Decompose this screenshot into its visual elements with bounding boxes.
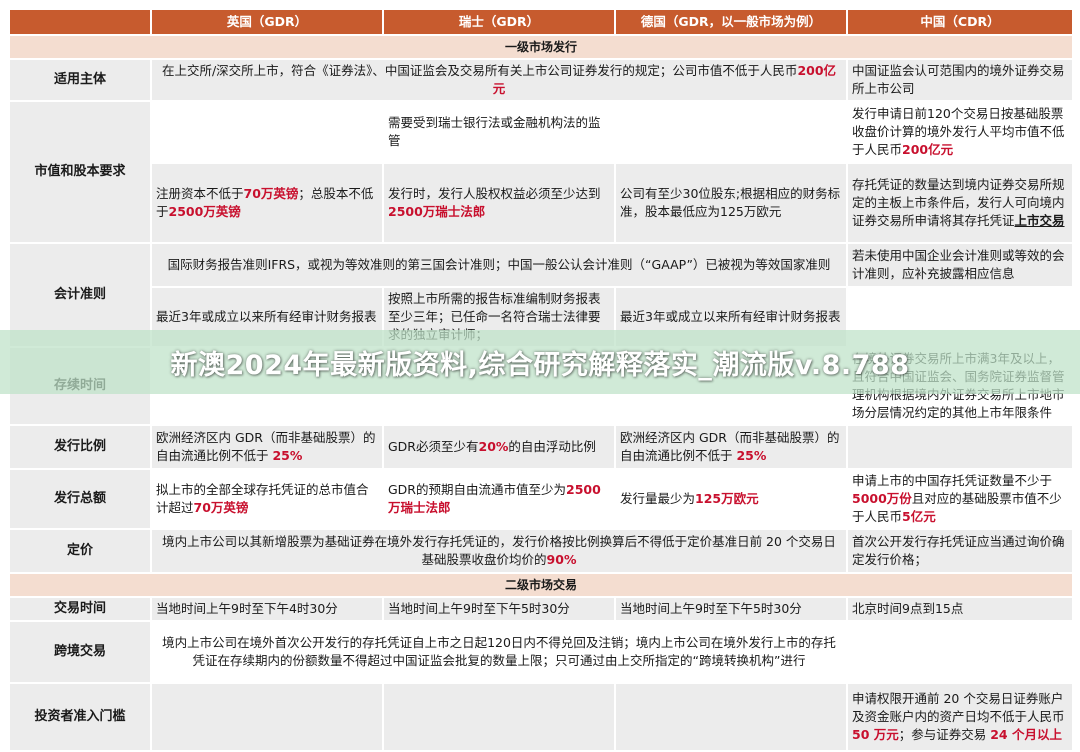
accounting-china-top-cell: 若未使用中国企业会计准则或等效的会计准则，应补充披露相应信息 [846,242,1074,288]
row-label-pricing: 定价 [8,528,152,574]
cap-uk-top-cell [150,100,384,164]
row-label-investor: 投资者准入门槛 [8,682,152,752]
cap-swiss-bottom-cell: 发行时，发行人股权权益必须至少达到2500万瑞士法郎 [382,162,616,244]
cap-germany-bottom-cell: 公司有至少30位股东;根据相应的财务标准，股本最低应为125万欧元 [614,162,848,244]
row-cap-top: 市值和股本要求 需要受到瑞士银行法或金融机构法的监管 发行申请日前120个交易日… [8,100,1074,244]
cross-merged-cell: 境内上市公司在境外首次公开发行的存托凭证自上市之日起120日内不得兑回及注销；境… [150,620,848,684]
investor-germany-cell [614,682,848,752]
header-china: 中国（CDR） [846,8,1074,36]
cap-china-bottom-cell: 存托凭证的数量达到境内证券交易所规定的主板上市条件后，发行人可向境内证券交易所申… [846,162,1074,244]
amount-uk-cell: 拟上市的全部全球存托凭证的总市值合计超过70万英镑 [150,468,384,530]
investor-china-cell: 申请权限开通前 20 个交易日证券账户及资金账户内的资产日均不低于人民币 50 … [846,682,1074,752]
header-switzerland: 瑞士（GDR） [382,8,616,36]
time-germany-cell: 当地时间上午9时至下午5时30分 [614,596,848,622]
section-primary-market: 一级市场发行 [8,34,1074,60]
investor-uk-cell [150,682,384,752]
row-pricing: 定价 境内上市公司以其新增股票为基础证券在境外发行存托凭证的，发行价格按比例换算… [8,528,1074,574]
cap-china-top-cell: 发行申请日前120个交易日按基础股票收盘价计算的境外发行人平均市值不低于人民币2… [846,100,1074,164]
row-ratio: 发行比例 欧洲经济区内 GDR（而非基础股票）的自由流通比例不低于 25% GD… [8,424,1074,470]
row-accounting-top: 会计准则 国际财务报告准则IFRS，或视为等效准则的第三国会计准则；中国一般公认… [8,242,1074,348]
row-label-cross-border: 跨境交易 [8,620,152,684]
row-investor: 投资者准入门槛 申请权限开通前 20 个交易日证券账户及资金账户内的资产日均不低… [8,682,1074,752]
pricing-china-cell: 首次公开发行存托凭证应当通过询价确定发行价格； [846,528,1074,574]
cap-swiss-top-cell: 需要受到瑞士银行法或金融机构法的监管 [382,100,616,164]
cap-uk-bottom-cell: 注册资本不低于70万英镑；总股本不低于2500万英镑 [150,162,384,244]
subject-china-cell: 中国证监会认可范围内的境外证券交易所上市公司 [846,58,1074,102]
time-uk-cell: 当地时间上午9时至下午4时30分 [150,596,384,622]
section-secondary-market: 二级市场交易 [8,572,1074,598]
row-cap-bottom: 注册资本不低于70万英镑；总股本不低于2500万英镑 发行时，发行人股权权益必须… [9,162,1074,244]
cross-china-cell [846,620,1074,684]
watermark-text: 新澳2024年最新版资料,综合研究解释落实_潮流版v.8.788 [170,349,910,381]
amount-china-cell: 申请上市的中国存托凭证数量不少于5000万份且对应的基础股票市值不少于人民币5亿… [846,468,1074,530]
amount-swiss-cell: GDR的预期自由流通市值至少为2500万瑞士法郎 [382,468,616,530]
accounting-merged-cell: 国际财务报告准则IFRS，或视为等效准则的第三国会计准则；中国一般公认会计准则（… [150,242,848,288]
row-amount: 发行总额 拟上市的全部全球存托凭证的总市值合计超过70万英镑 GDR的预期自由流… [8,468,1074,530]
row-subject: 适用主体 在上交所/深交所上市，符合《证券法》、中国证监会及交易所有关上市公司证… [8,58,1074,102]
header-germany: 德国（GDR，以一般市场为例） [614,8,848,36]
ratio-swiss-cell: GDR必须至少有20%的自由浮动比例 [382,424,616,470]
header-uk: 英国（GDR） [150,8,384,36]
header-row: 英国（GDR） 瑞士（GDR） 德国（GDR，以一般市场为例） 中国（CDR） [8,8,1074,36]
ratio-germany-cell: 欧洲经济区内 GDR（而非基础股票）的自由流通比例不低于 25% [614,424,848,470]
row-label-cap: 市值和股本要求 [8,100,152,244]
row-label-ratio: 发行比例 [8,424,152,470]
row-label-amount: 发行总额 [8,468,152,530]
row-label-trading-time: 交易时间 [8,596,152,622]
header-blank [8,8,152,36]
investor-swiss-cell [382,682,616,752]
amount-germany-cell: 发行量最少为125万欧元 [614,468,848,530]
ratio-uk-cell: 欧洲经济区内 GDR（而非基础股票）的自由流通比例不低于 25% [150,424,384,470]
time-china-cell: 北京时间9点到15点 [846,596,1074,622]
ratio-china-cell [846,424,1074,470]
row-trading-time: 交易时间 当地时间上午9时至下午4时30分 当地时间上午9时至下午5时30分 当… [8,596,1074,622]
subject-merged-cell: 在上交所/深交所上市，符合《证券法》、中国证监会及交易所有关上市公司证券发行的规… [150,58,848,102]
pricing-merged-cell: 境内上市公司以其新增股票为基础证券在境外发行存托凭证的，发行价格按比例换算后不得… [150,528,848,574]
row-cross-border: 跨境交易 境内上市公司在境外首次公开发行的存托凭证自上市之日起120日内不得兑回… [8,620,1074,684]
row-label-subject: 适用主体 [8,58,152,102]
watermark-banner: 新澳2024年最新版资料,综合研究解释落实_潮流版v.8.788 [0,330,1080,394]
time-swiss-cell: 当地时间上午9时至下午5时30分 [382,596,616,622]
cap-germany-top-cell [614,100,848,164]
